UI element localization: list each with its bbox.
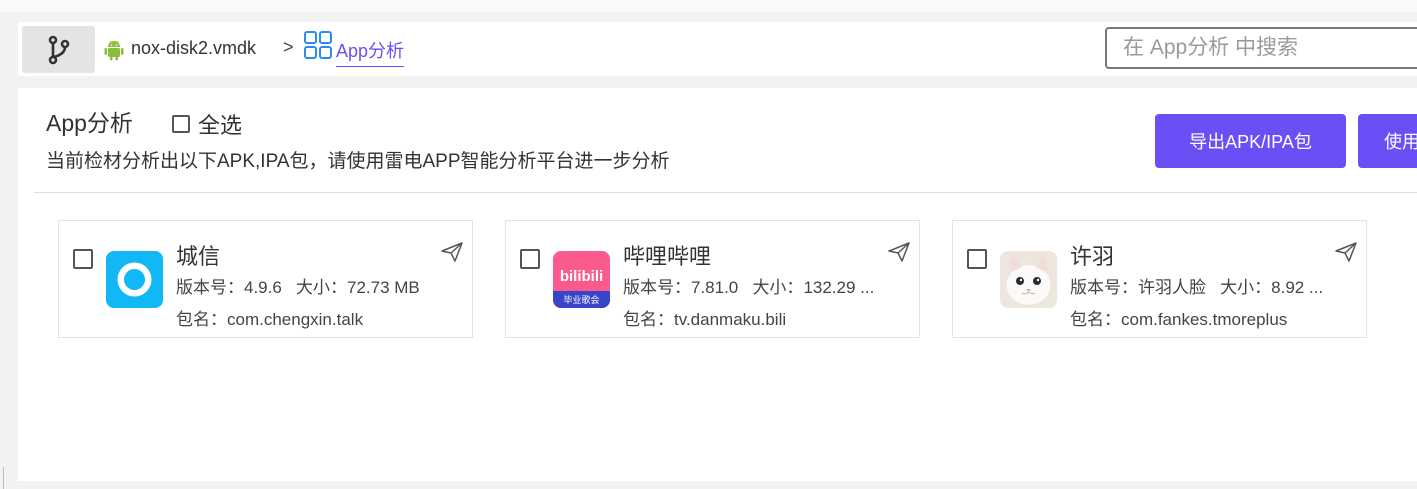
app-checkbox[interactable] (73, 249, 93, 269)
version-label: 版本号： (1070, 278, 1138, 297)
size-value: 72.73 MB (346, 278, 420, 297)
package-label: 包名： (176, 310, 227, 329)
app-card[interactable]: bilibili 毕业歌会 哔哩哔哩 版本号：7.81.0 大小：132.29 … (505, 220, 920, 338)
page-title: App分析 (46, 110, 133, 136)
breadcrumb-disk[interactable]: nox-disk2.vmdk (131, 38, 256, 59)
app-analysis-panel: App分析 全选 当前检材分析出以下APK,IPA包，请使用雷电APP智能分析平… (18, 88, 1417, 481)
package-value: com.fankes.tmoreplus (1121, 310, 1288, 329)
breadcrumb-separator: > (283, 37, 294, 57)
version-label: 版本号： (623, 278, 691, 297)
app-checkbox[interactable] (520, 249, 540, 269)
top-strip (0, 0, 1417, 12)
version-label: 版本号： (176, 278, 244, 297)
app-name: 许羽 (1070, 244, 1115, 269)
size-label: 大小： (752, 278, 804, 297)
send-icon[interactable] (440, 241, 464, 263)
app-name: 哔哩哔哩 (623, 244, 712, 269)
panel-description: 当前检材分析出以下APK,IPA包，请使用雷电APP智能分析平台进一步分析 (46, 151, 670, 172)
left-strip (0, 12, 18, 489)
app-meta: 版本号：4.9.6 大小：72.73 MB (176, 273, 456, 298)
app-meta: 版本号：7.81.0 大小：132.29 ... (623, 273, 903, 298)
breadcrumb-current[interactable]: App分析 (336, 37, 405, 67)
breadcrumb-bar: nox-disk2.vmdk > App分析 (18, 22, 1417, 76)
package-label: 包名： (1070, 310, 1121, 329)
app-card[interactable]: 许羽 版本号：许羽人脸 大小：8.92 ... 包名：com.fankes.tm… (952, 220, 1367, 338)
version-value: 许羽人脸 (1138, 278, 1206, 297)
send-icon[interactable] (1334, 241, 1358, 263)
app-name: 城信 (176, 244, 221, 269)
size-label: 大小： (1220, 278, 1272, 297)
bilibili-logo-text: bilibili (560, 268, 603, 285)
app-package: 包名：com.chengxin.talk (176, 305, 363, 330)
app-checkbox[interactable] (967, 249, 987, 269)
grid-icon (304, 31, 332, 59)
bilibili-app-icon: bilibili 毕业歌会 (553, 251, 610, 308)
android-icon (104, 40, 124, 61)
chengxin-app-icon (106, 251, 163, 308)
use-button[interactable]: 使用 (1358, 114, 1417, 168)
scroll-mark (3, 467, 4, 489)
cat-photo-app-icon (1000, 251, 1057, 308)
package-value: tv.danmaku.bili (674, 310, 787, 329)
version-value: 7.81.0 (691, 278, 739, 297)
app-package: 包名：com.fankes.tmoreplus (1070, 305, 1287, 330)
size-label: 大小： (295, 278, 347, 297)
branch-toggle-button[interactable] (22, 26, 95, 73)
app-package: 包名：tv.danmaku.bili (623, 305, 786, 330)
app-card[interactable]: 城信 版本号：4.9.6 大小：72.73 MB 包名：com.chengxin… (58, 220, 473, 338)
branch-icon (48, 35, 69, 64)
size-value: 132.29 ... (803, 278, 875, 297)
export-apk-ipa-button[interactable]: 导出APK/IPA包 (1155, 114, 1346, 168)
select-all-label: 全选 (198, 113, 243, 138)
bilibili-badge-text: 毕业歌会 (563, 294, 599, 306)
app-meta: 版本号：许羽人脸 大小：8.92 ... (1070, 273, 1350, 298)
select-all-checkbox[interactable]: 全选 (172, 108, 242, 140)
send-icon[interactable] (887, 241, 911, 263)
version-value: 4.9.6 (244, 278, 282, 297)
divider (34, 192, 1417, 193)
search-input[interactable] (1105, 27, 1417, 69)
checkbox-box[interactable] (172, 115, 190, 133)
package-value: com.chengxin.talk (227, 310, 364, 329)
package-label: 包名： (623, 310, 674, 329)
size-value: 8.92 ... (1271, 278, 1324, 297)
